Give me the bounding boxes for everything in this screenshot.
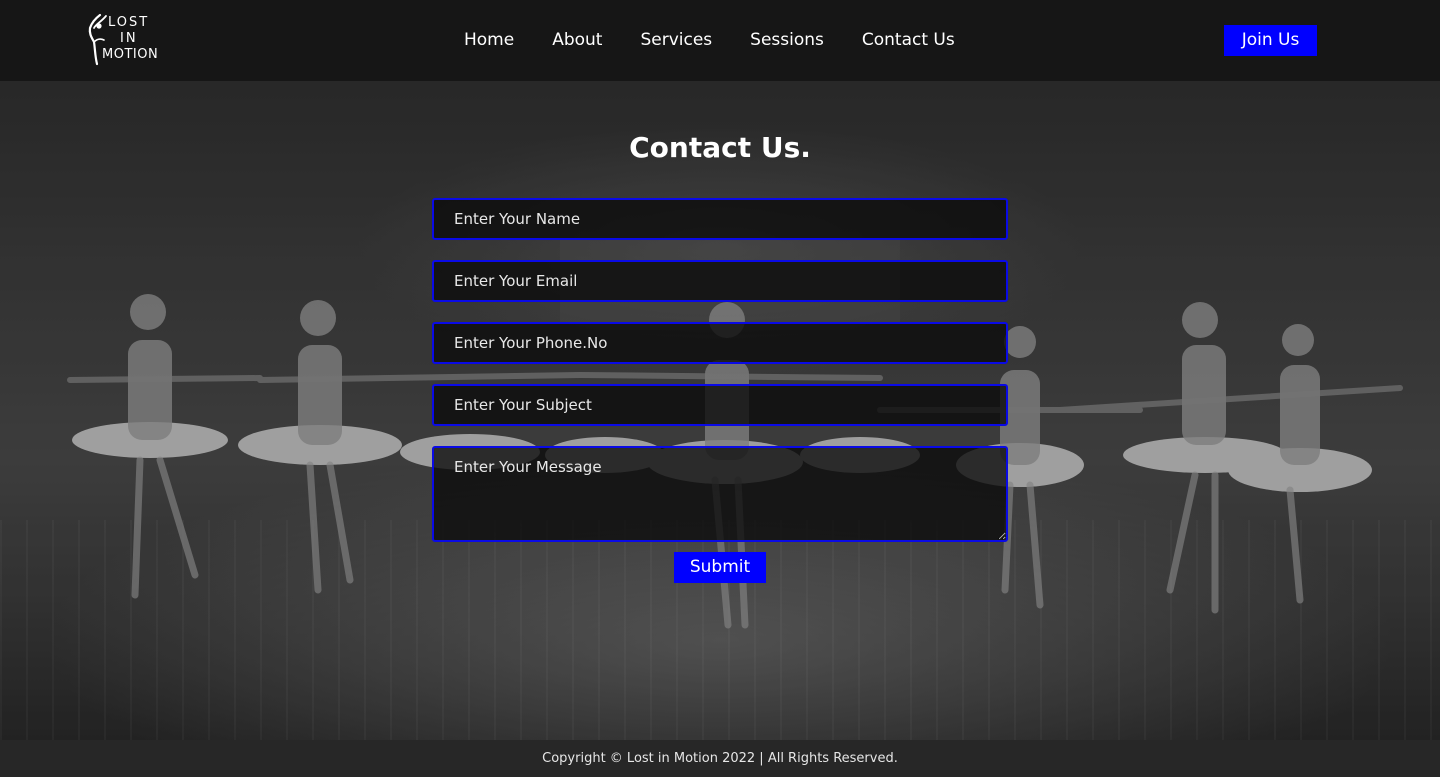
background-overlay [0, 0, 1440, 740]
site-logo[interactable]: LOST IN MOTION [86, 12, 166, 68]
nav-link-services[interactable]: Services [640, 28, 712, 52]
submit-button[interactable]: Submit [674, 552, 766, 583]
phone-input[interactable] [432, 322, 1008, 364]
message-textarea[interactable] [432, 446, 1008, 542]
page-title: Contact Us. [629, 131, 811, 164]
subject-input[interactable] [432, 384, 1008, 426]
logo-text-motion: MOTION [102, 47, 159, 62]
nav-link-about[interactable]: About [552, 28, 602, 52]
email-input[interactable] [432, 260, 1008, 302]
nav-link-home[interactable]: Home [464, 28, 514, 52]
nav-link-contact-us[interactable]: Contact Us [862, 28, 955, 52]
join-us-button[interactable]: Join Us [1224, 25, 1317, 56]
main-nav: Home About Services Sessions Contact Us [464, 28, 955, 52]
logo-text-lost: LOST [108, 15, 150, 30]
name-input[interactable] [432, 198, 1008, 240]
logo-text-in: IN [120, 31, 138, 46]
site-footer: Copyright © Lost in Motion 2022 | All Ri… [0, 740, 1440, 777]
nav-link-sessions[interactable]: Sessions [750, 28, 824, 52]
site-header: LOST IN MOTION Home About Services Sessi… [0, 0, 1440, 81]
copyright-text: Copyright © Lost in Motion 2022 | All Ri… [542, 751, 898, 766]
contact-page: LOST IN MOTION Home About Services Sessi… [0, 0, 1440, 777]
